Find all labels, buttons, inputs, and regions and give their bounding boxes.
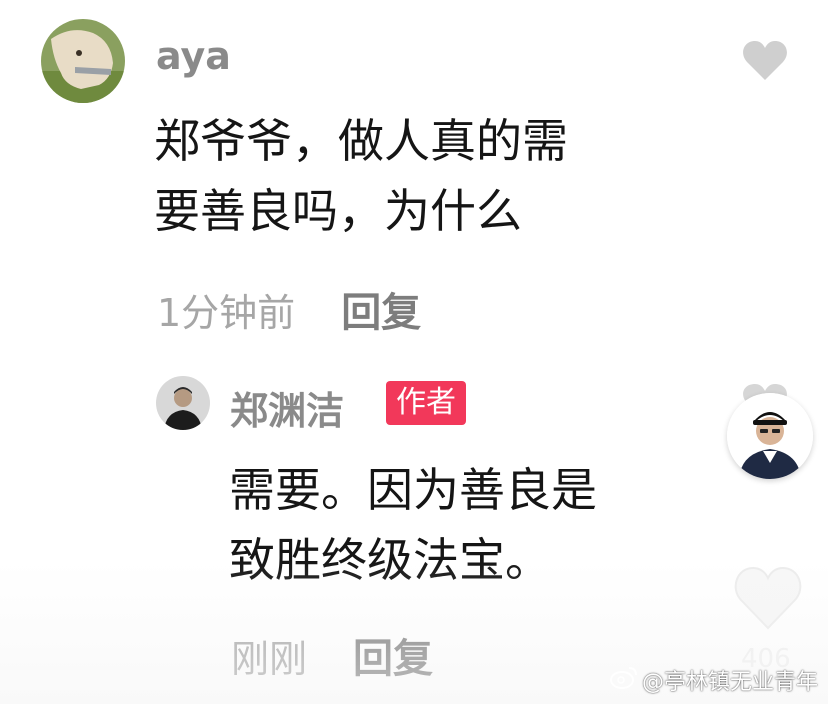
comment-screen: aya 郑爷爷，做人真的需 要善良吗，为什么 1分钟前 回复 郑渊洁 作者 需要… <box>0 0 828 704</box>
heart-icon[interactable] <box>733 566 803 634</box>
reply-button[interactable]: 回复 <box>341 280 421 338</box>
reply-timestamp: 刚刚 <box>231 637 308 681</box>
reply-button[interactable]: 回复 <box>353 626 433 684</box>
author-username[interactable]: 郑渊洁 <box>230 380 344 435</box>
weibo-watermark: @亭林镇无业青年 <box>609 664 818 696</box>
reply-text-line: 需要。因为善良是 <box>229 463 597 517</box>
comment-timestamp: 1分钟前 <box>157 291 296 335</box>
author-avatar[interactable] <box>156 376 210 430</box>
commenter-avatar[interactable] <box>41 19 125 103</box>
comment-text: 郑爷爷，做人真的需 要善良吗，为什么 <box>154 106 568 246</box>
comment-text-line: 郑爷爷，做人真的需 <box>154 114 568 168</box>
commenter-username[interactable]: aya <box>156 34 231 78</box>
comment-meta: 1分钟前 回复 <box>157 280 421 338</box>
author-badge: 作者 <box>386 381 466 425</box>
weibo-logo-icon <box>609 665 638 695</box>
reply-text-line: 致胜终级法宝。 <box>229 533 551 587</box>
watermark-text: @亭林镇无业青年 <box>641 670 818 695</box>
creator-avatar[interactable] <box>727 393 813 479</box>
comment-text-line: 要善良吗，为什么 <box>154 184 522 238</box>
reply-meta: 刚刚 回复 <box>231 626 433 684</box>
heart-icon[interactable] <box>741 40 789 86</box>
reply-text: 需要。因为善良是 致胜终级法宝。 <box>229 455 597 595</box>
